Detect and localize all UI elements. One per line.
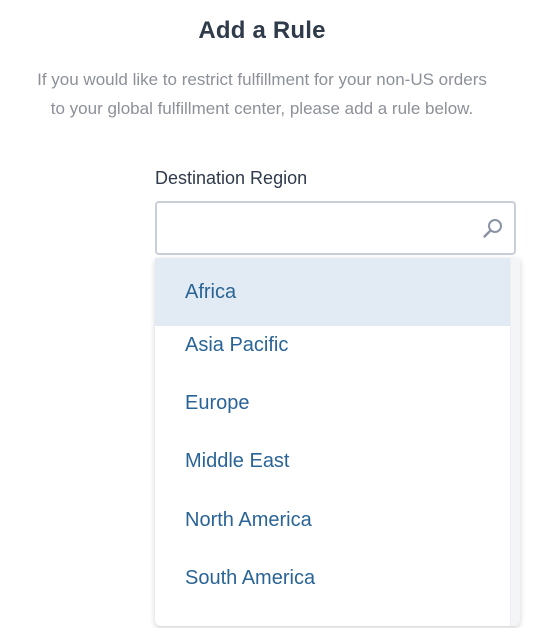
subtitle-line-2: to your global fulfillment center, pleas… (50, 99, 474, 118)
region-option-south-america[interactable]: South America (155, 549, 511, 607)
destination-region-combobox[interactable] (155, 201, 516, 255)
page-title: Add a Rule (198, 17, 326, 44)
destination-region-label: Destination Region (155, 168, 308, 188)
dropdown-scrollbar[interactable] (510, 258, 520, 626)
destination-region-dropdown: Africa Asia Pacific Europe Middle East N… (155, 258, 520, 626)
region-option-europe[interactable]: Europe (155, 374, 511, 432)
region-option-north-america[interactable]: North America (155, 491, 511, 549)
page-subtitle: If you would like to restrict fulfillmen… (0, 65, 524, 123)
add-rule-page: Add a Rule If you would like to restrict… (0, 0, 555, 628)
region-option-middle-east[interactable]: Middle East (155, 432, 511, 490)
destination-region-search-input[interactable] (157, 203, 477, 253)
region-option-asia-pacific[interactable]: Asia Pacific (155, 316, 511, 374)
search-icon (483, 219, 502, 238)
subtitle-line-1: If you would like to restrict fulfillmen… (37, 70, 487, 89)
